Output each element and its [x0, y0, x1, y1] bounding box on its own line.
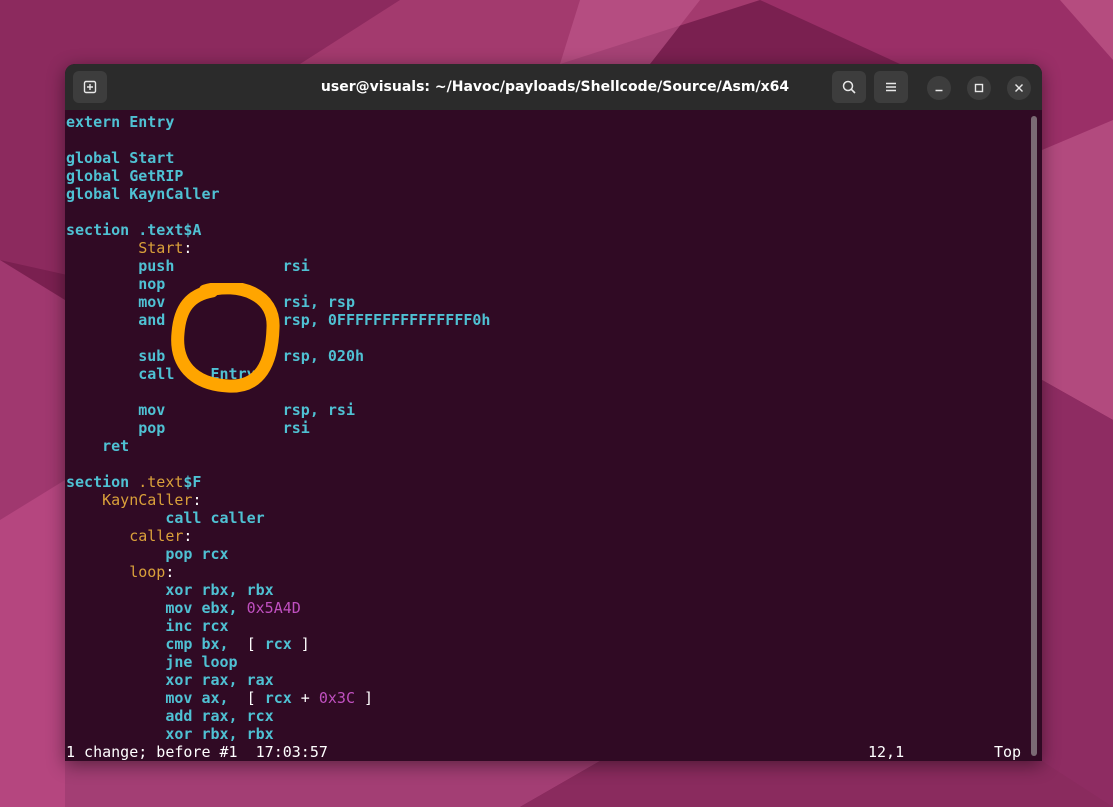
cursor-position: 12,1 — [868, 743, 905, 761]
code-line: mov rsp, rsi — [66, 401, 355, 419]
code-token: 0x3C — [318, 689, 355, 707]
code-token: caller — [129, 527, 184, 545]
minimize-icon — [935, 89, 943, 92]
code-token: section .text$A — [66, 221, 202, 239]
scrollbar[interactable] — [1031, 116, 1037, 756]
code-token: call caller — [66, 509, 265, 527]
code-line: xor rax, rax — [66, 671, 274, 689]
code-line: KaynCaller: — [66, 491, 201, 509]
close-button[interactable] — [1007, 76, 1031, 100]
code-line: global Start — [66, 149, 174, 167]
code-line: mov ebx, 0x5A4D — [66, 599, 301, 617]
search-button[interactable] — [832, 71, 866, 103]
terminal-content[interactable]: 1 change; before #1 17:03:57 12,1 Top exte… — [65, 113, 1025, 761]
code-token: add rax, rcx — [66, 707, 274, 725]
status-message: 1 change; before #1 17:03:57 — [66, 743, 328, 761]
hamburger-menu-icon — [886, 82, 896, 92]
code-token: mov rsp, rsi — [66, 401, 355, 419]
code-line: push rsi — [66, 257, 310, 275]
code-token: cmp bx, — [66, 635, 238, 653]
code-token: + — [291, 689, 319, 707]
code-token: : — [183, 527, 193, 545]
window-title: user@visuals: ~/Havoc/payloads/Shellcode… — [320, 79, 790, 95]
code-line: extern Entry — [66, 113, 174, 131]
annotation-circle — [171, 283, 280, 393]
code-token: global KaynCaller — [66, 185, 220, 203]
new-tab-button[interactable] — [73, 71, 107, 103]
code-line: inc rcx — [66, 617, 229, 635]
code-line: ret — [66, 437, 129, 455]
code-token: [ — [237, 635, 265, 653]
code-token: rcx — [264, 689, 292, 707]
code-token: ] — [355, 689, 374, 707]
terminal-window: user@visuals: ~/Havoc/payloads/Shellcode… — [65, 64, 1042, 761]
code-line: jne loop — [66, 653, 238, 671]
code-token: inc rcx — [66, 617, 229, 635]
code-token: push rsi — [66, 257, 310, 275]
code-line: cmp bx, [ rcx ] — [66, 635, 310, 653]
code-token: jne loop — [66, 653, 238, 671]
code-token: rcx — [264, 635, 292, 653]
code-line: global GetRIP — [66, 167, 183, 185]
code-token: KaynCaller — [102, 491, 193, 509]
code-token: : — [192, 491, 202, 509]
close-icon — [1015, 84, 1023, 92]
vim-status-line: 1 change; before #1 17:03:57 12,1 Top — [66, 743, 1021, 761]
code-token: mov ebx, — [66, 599, 247, 617]
code-line: mov ax, [ rcx + 0x3C ] — [66, 689, 373, 707]
code-token: pop rcx — [66, 545, 229, 563]
code-token: ] — [291, 635, 310, 653]
code-line: nop — [66, 275, 165, 293]
maximize-icon — [974, 83, 984, 93]
code-token: Start — [138, 239, 184, 257]
code-token: xor rax, rax — [66, 671, 274, 689]
new-tab-icon — [83, 80, 97, 94]
code-token: $F — [183, 473, 202, 491]
code-line: xor rbx, rbx — [66, 725, 274, 743]
code-token: : — [183, 239, 193, 257]
maximize-button[interactable] — [967, 76, 991, 100]
code-line: loop: — [66, 563, 174, 581]
code-token: pop rsi — [66, 419, 310, 437]
code-token: mov ax, — [66, 689, 238, 707]
code-token: .text — [138, 473, 184, 491]
menu-button[interactable] — [874, 71, 908, 103]
code-token: xor rbx, rbx — [66, 725, 274, 743]
scroll-indicator: Top — [994, 743, 1022, 761]
code-line: Start: — [66, 239, 192, 257]
code-line: section .text$F — [66, 473, 201, 491]
code-token: : — [165, 563, 175, 581]
code-line: pop rcx — [66, 545, 229, 563]
code-token: extern Entry — [66, 113, 175, 131]
code-line: add rax, rcx — [66, 707, 274, 725]
code-token: nop — [66, 275, 166, 293]
code-line: call caller — [66, 509, 265, 527]
code-token: loop — [129, 563, 166, 581]
code-line: xor rbx, rbx — [66, 581, 274, 599]
code-token: global Start — [66, 149, 175, 167]
title-bar: user@visuals: ~/Havoc/payloads/Shellcode… — [65, 64, 1042, 110]
code-line: section .text$A — [66, 221, 201, 239]
code-line: global KaynCaller — [66, 185, 220, 203]
code-line: pop rsi — [66, 419, 310, 437]
code-token: 0x5A4D — [246, 599, 301, 617]
code-token: section — [66, 473, 139, 491]
code-line: caller: — [66, 527, 192, 545]
code-token: xor rbx, rbx — [66, 581, 274, 599]
minimize-button[interactable] — [927, 76, 951, 100]
code-token: ret — [66, 437, 130, 455]
code-token: global GetRIP — [66, 167, 184, 185]
code-token: [ — [237, 689, 265, 707]
search-icon — [842, 80, 856, 94]
